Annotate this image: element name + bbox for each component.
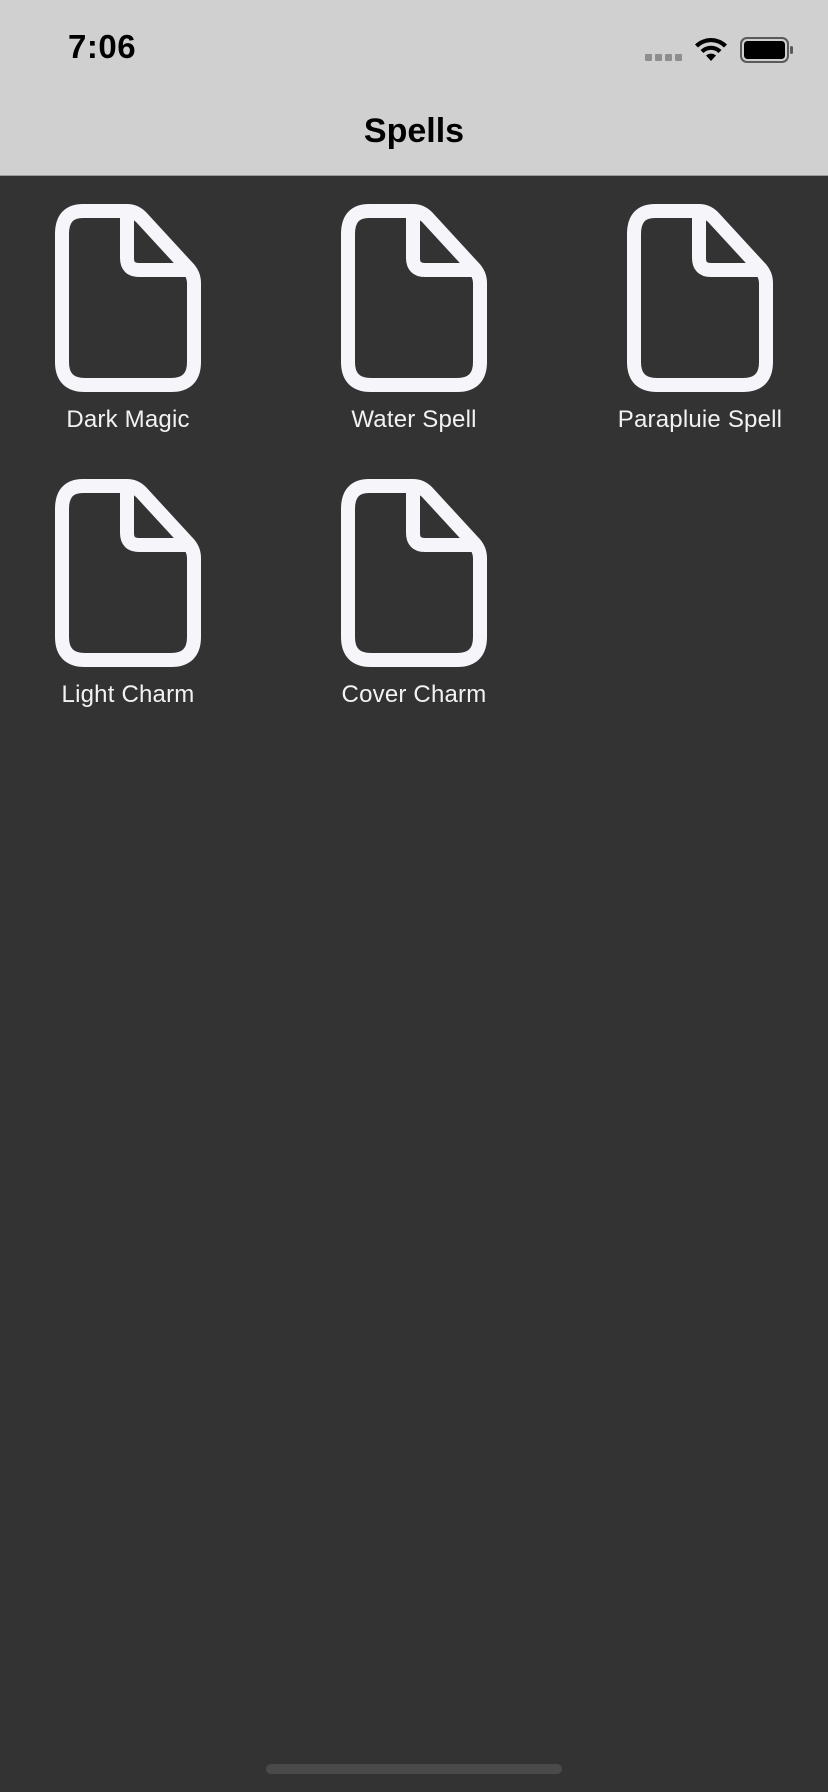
- file-item-light-charm[interactable]: Light Charm: [28, 479, 228, 719]
- document-icon: [55, 204, 201, 392]
- page-title: Spells: [363, 112, 465, 150]
- wifi-icon: [695, 38, 727, 61]
- file-label: Dark Magic: [66, 406, 190, 433]
- file-label: Parapluie Spell: [617, 406, 783, 433]
- document-icon: [627, 204, 773, 392]
- file-label: Water Spell: [351, 406, 477, 433]
- cellular-signal-icon: [645, 53, 682, 61]
- status-icons: [645, 34, 794, 66]
- file-item-parapluie-spell[interactable]: Parapluie Spell: [600, 204, 800, 444]
- document-icon: [341, 204, 487, 392]
- document-icon: [55, 479, 201, 667]
- home-indicator[interactable]: [266, 1764, 562, 1774]
- battery-icon: [740, 37, 793, 63]
- file-item-dark-magic[interactable]: Dark Magic: [28, 204, 228, 444]
- status-time: 7:06: [68, 28, 137, 65]
- document-icon: [341, 479, 487, 667]
- navigation-header: 7:06 Spells: [0, 0, 828, 176]
- file-item-water-spell[interactable]: Water Spell: [314, 204, 514, 444]
- file-label: Cover Charm: [341, 681, 487, 708]
- file-label: Light Charm: [61, 681, 195, 708]
- file-item-cover-charm[interactable]: Cover Charm: [314, 479, 514, 719]
